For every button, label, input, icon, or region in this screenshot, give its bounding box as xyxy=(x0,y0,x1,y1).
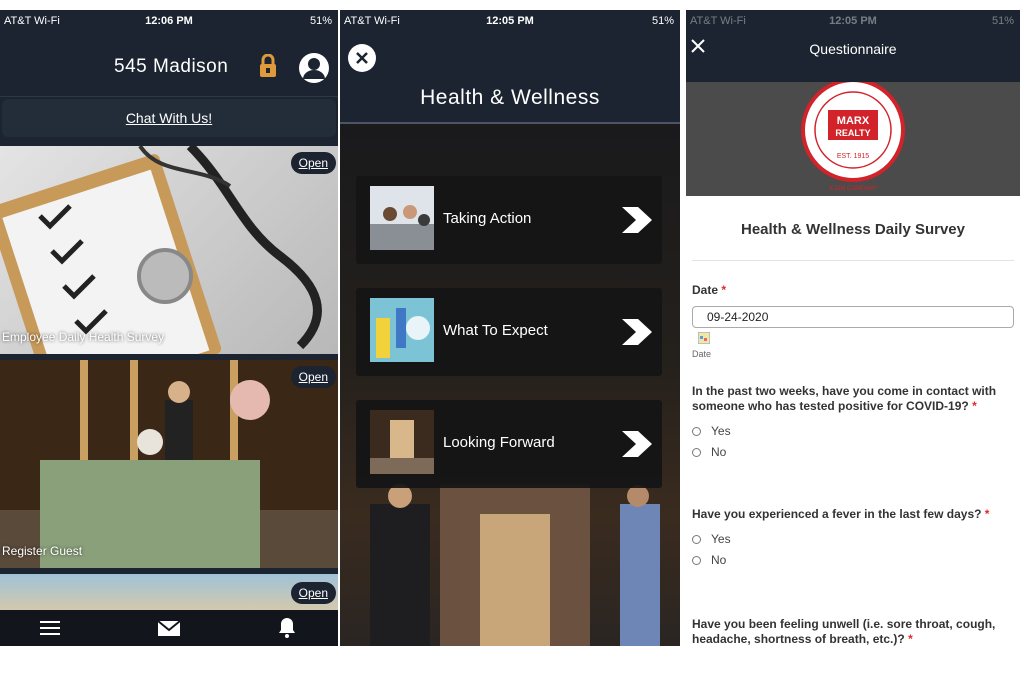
card-what-to-expect[interactable]: What To Expect xyxy=(356,288,662,376)
logo-name2: REALTY xyxy=(835,128,870,138)
card-label: What To Expect xyxy=(443,322,548,339)
card-label: Taking Action xyxy=(443,210,532,227)
close-icon xyxy=(356,52,368,64)
radio-circle[interactable] xyxy=(692,447,701,457)
lobby-image xyxy=(0,360,338,568)
card-label: Looking Forward xyxy=(443,434,555,451)
status-bar: AT&T Wi-Fi 12:05 PM 51% xyxy=(340,10,680,34)
profile-icon[interactable] xyxy=(298,52,330,89)
radio-yes[interactable]: Yes xyxy=(692,424,1014,438)
chat-button[interactable]: Chat With Us! xyxy=(2,99,336,137)
mail-icon[interactable] xyxy=(157,619,181,642)
tile-label: Register Guest xyxy=(2,544,83,558)
tab-bar xyxy=(0,610,338,646)
cleaning-thumbnail xyxy=(370,298,434,362)
card-taking-action[interactable]: Taking Action xyxy=(356,176,662,264)
radio-circle[interactable] xyxy=(692,555,701,565)
lobby-thumbnail xyxy=(370,410,434,474)
open-button[interactable]: Open xyxy=(290,366,336,388)
radio-no[interactable]: No xyxy=(692,445,1014,459)
radio-label: No xyxy=(711,445,727,459)
chevron-right-icon xyxy=(622,431,652,457)
clock: 12:05 PM xyxy=(486,15,534,27)
radio-label: No xyxy=(711,553,727,567)
menu-icon[interactable] xyxy=(40,619,60,642)
logo-tagline: A CIM COMPANY xyxy=(829,186,877,192)
survey-form: Health & Wellness Daily Survey Date * 09… xyxy=(692,196,1014,646)
radio-circle[interactable] xyxy=(692,534,701,544)
marx-realty-logo: MARX REALTY EST. 1915 A CIM COMPANY xyxy=(801,78,905,192)
clock: 12:06 PM xyxy=(145,15,193,27)
form-title: Health & Wellness Daily Survey xyxy=(741,221,965,238)
question-text: Have you been feeling unwell (i.e. sore … xyxy=(692,617,996,646)
meeting-thumbnail xyxy=(370,186,434,250)
health-wellness-screen: AT&T Wi-Fi 12:05 PM 51% Health & Wellnes… xyxy=(340,10,680,646)
page-title: Questionnaire xyxy=(809,41,897,57)
header: AT&T Wi-Fi 12:05 PM 51% Questionnaire xyxy=(686,10,1020,82)
battery-text: 51% xyxy=(991,15,1014,27)
radio-no[interactable]: No xyxy=(692,553,1014,567)
home-screen: AT&T Wi-Fi 12:06 PM 51% 545 Madison Chat… xyxy=(0,10,338,646)
lock-icon[interactable] xyxy=(258,53,278,83)
question-contact: In the past two weeks, have you come in … xyxy=(692,384,1014,414)
chat-bar: Chat With Us! xyxy=(0,96,338,141)
tile-register-guest[interactable]: Open Register Guest xyxy=(0,360,338,568)
date-label: Date xyxy=(692,283,719,297)
question-text: In the past two weeks, have you come in … xyxy=(692,384,997,413)
card-looking-forward[interactable]: Looking Forward xyxy=(356,400,662,488)
building-title: 545 Madison xyxy=(114,56,229,77)
tile-label: Employee Daily Health Survey xyxy=(2,330,165,344)
date-question: Date * xyxy=(692,283,1014,298)
calendar-icon[interactable] xyxy=(697,331,1014,349)
header: AT&T Wi-Fi 12:05 PM 51% Health & Wellnes… xyxy=(340,10,680,124)
question-fever: Have you experienced a fever in the last… xyxy=(692,507,1014,522)
logo-name1: MARX xyxy=(837,115,870,127)
required-mark: * xyxy=(972,399,977,413)
radio-label: Yes xyxy=(711,532,731,546)
battery-text: 51% xyxy=(651,15,674,27)
tile-third[interactable]: Open xyxy=(0,574,338,614)
chevron-right-icon xyxy=(622,207,652,233)
date-field[interactable]: 09-24-2020 xyxy=(692,306,1014,328)
page-title: Health & Wellness xyxy=(420,86,600,109)
divider xyxy=(692,260,1014,261)
bell-icon[interactable] xyxy=(278,617,296,644)
close-button[interactable] xyxy=(348,44,376,72)
logo-est: EST. 1915 xyxy=(837,153,869,160)
logo-banner: MARX REALTY EST. 1915 A CIM COMPANY xyxy=(686,78,1020,196)
required-mark: * xyxy=(908,632,913,646)
radio-yes[interactable]: Yes xyxy=(692,532,1014,546)
status-bar: AT&T Wi-Fi 12:06 PM 51% xyxy=(0,10,338,34)
question-text: Have you experienced a fever in the last… xyxy=(692,507,982,521)
status-bar: AT&T Wi-Fi 12:05 PM 51% xyxy=(686,10,1020,34)
clipboard-stethoscope-image xyxy=(0,146,322,354)
open-button[interactable]: Open xyxy=(290,582,336,604)
required-mark: * xyxy=(721,283,727,297)
question-unwell: Have you been feeling unwell (i.e. sore … xyxy=(692,617,1014,646)
radio-circle[interactable] xyxy=(692,426,701,436)
date-hint: Date xyxy=(692,349,712,359)
battery-text: 51% xyxy=(309,15,332,27)
chevron-right-icon xyxy=(622,319,652,345)
clock: 12:05 PM xyxy=(829,15,877,27)
app-header: 545 Madison xyxy=(0,34,338,96)
tile-health-survey[interactable]: Open Employee Daily Health Survey xyxy=(0,146,338,354)
radio-label: Yes xyxy=(711,424,731,438)
questionnaire-screen: AT&T Wi-Fi 12:05 PM 51% Questionnaire MA… xyxy=(686,10,1020,646)
open-button[interactable]: Open xyxy=(290,152,336,174)
required-mark: * xyxy=(984,507,990,521)
